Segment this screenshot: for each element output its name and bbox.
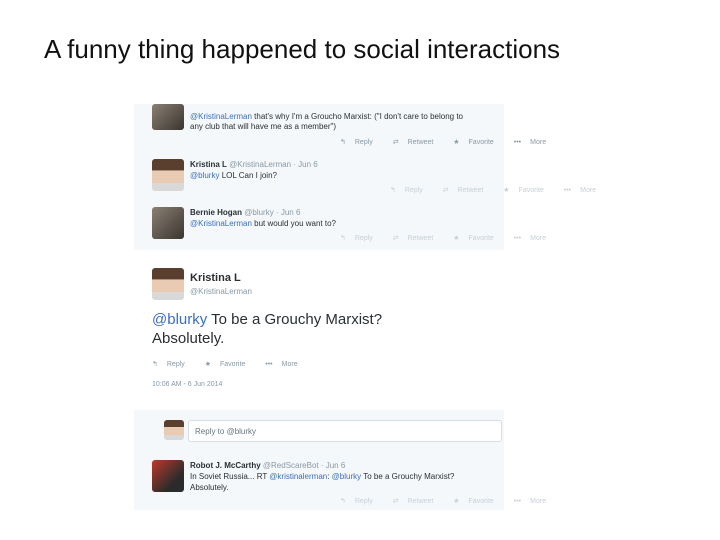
more-action[interactable]: ••• More bbox=[265, 361, 306, 368]
reply-action[interactable]: ↰ Reply bbox=[390, 187, 432, 194]
tweet-header: Kristina L @KristinaLerman · Jun 6 bbox=[190, 160, 318, 170]
star-icon: ★ bbox=[204, 361, 212, 368]
favorite-action[interactable]: ★ Favorite bbox=[453, 139, 503, 146]
tweet-actions: ↰ Reply ⇄ Retweet ★ Favorite ••• More bbox=[390, 186, 614, 194]
reply-placeholder: Reply to @blurky bbox=[195, 427, 257, 436]
more-icon: ••• bbox=[265, 361, 273, 368]
avatar[interactable] bbox=[152, 159, 184, 191]
star-icon: ★ bbox=[503, 187, 510, 194]
tweet-text: @KristinaLerman that's why I'm a Groucho… bbox=[190, 112, 463, 121]
reply-icon: ↰ bbox=[340, 498, 346, 505]
retweet-icon: ⇄ bbox=[442, 187, 449, 194]
display-name[interactable]: Bernie Hogan bbox=[190, 208, 242, 217]
reply-icon: ↰ bbox=[340, 139, 346, 146]
mention-link[interactable]: @blurky bbox=[152, 311, 207, 328]
mention-link[interactable]: @blurky bbox=[190, 171, 219, 180]
retweet-action[interactable]: ⇄ Retweet bbox=[393, 235, 443, 242]
star-icon: ★ bbox=[453, 139, 460, 146]
mention-link[interactable]: @kristinalerman bbox=[269, 472, 327, 481]
favorite-action[interactable]: ★ Favorite bbox=[453, 498, 503, 505]
reply-icon: ↰ bbox=[390, 187, 396, 194]
reply-input[interactable]: Reply to @blurky bbox=[188, 420, 502, 442]
retweet-icon: ⇄ bbox=[392, 498, 399, 505]
retweet-icon: ⇄ bbox=[392, 235, 399, 242]
tweet-actions: ↰ Reply ⇄ Retweet ★ Favorite ••• More bbox=[340, 234, 564, 242]
more-icon: ••• bbox=[513, 235, 522, 242]
retweet-icon: ⇄ bbox=[392, 139, 399, 146]
more-icon: ••• bbox=[563, 187, 572, 194]
more-icon: ••• bbox=[513, 139, 522, 146]
tweet-header: Robot J. McCarthy @RedScareBot · Jun 6 bbox=[190, 461, 345, 471]
more-action[interactable]: ••• More bbox=[514, 235, 555, 242]
main-tweet: Kristina L @KristinaLerman @blurky To be… bbox=[134, 256, 504, 406]
avatar[interactable] bbox=[152, 104, 184, 130]
tweet-text: @KristinaLerman but would you want to? bbox=[190, 219, 336, 228]
twitter-conversation-screenshot: @KristinaLerman that's why I'm a Groucho… bbox=[134, 104, 596, 510]
display-name[interactable]: Kristina L bbox=[190, 272, 241, 284]
reply-action[interactable]: ↰ Reply bbox=[340, 139, 382, 146]
avatar[interactable] bbox=[152, 207, 184, 239]
user-handle[interactable]: @KristinaLerman bbox=[190, 287, 252, 296]
tweet-text: @blurky To be a Grouchy Marxist? bbox=[152, 311, 383, 328]
handle-time: @RedScareBot · Jun 6 bbox=[262, 461, 346, 470]
avatar[interactable] bbox=[152, 268, 184, 300]
tweet-text: @blurky LOL Can I join? bbox=[190, 171, 277, 180]
more-action[interactable]: ••• More bbox=[514, 139, 555, 146]
retweet-action[interactable]: ⇄ Retweet bbox=[393, 498, 443, 505]
handle-time: @blurky · Jun 6 bbox=[244, 208, 301, 217]
reply-action[interactable]: ↰ Reply bbox=[340, 235, 382, 242]
more-icon: ••• bbox=[513, 498, 522, 505]
tweet-text-line: any club that will have me as a member") bbox=[190, 122, 337, 131]
mention-link[interactable]: @KristinaLerman bbox=[190, 112, 252, 121]
retweet-action[interactable]: ⇄ Retweet bbox=[443, 187, 493, 194]
handle-time: @KristinaLerman · Jun 6 bbox=[229, 160, 318, 169]
favorite-action[interactable]: ★ Favorite bbox=[205, 361, 255, 368]
avatar bbox=[164, 420, 184, 440]
favorite-action[interactable]: ★ Favorite bbox=[453, 235, 503, 242]
avatar[interactable] bbox=[152, 460, 184, 492]
tweet-actions: ↰ Reply ★ Favorite ••• More bbox=[152, 360, 316, 368]
tweet-text: In Soviet Russia... RT @kristinalerman: … bbox=[190, 472, 455, 481]
star-icon: ★ bbox=[453, 498, 460, 505]
conversation-panel: @KristinaLerman that's why I'm a Groucho… bbox=[134, 104, 596, 250]
mention-link[interactable]: @KristinaLerman bbox=[190, 219, 252, 228]
favorite-action[interactable]: ★ Favorite bbox=[503, 187, 553, 194]
reply-action[interactable]: ↰ Reply bbox=[340, 498, 382, 505]
tweet-actions: ↰ Reply ⇄ Retweet ★ Favorite ••• More bbox=[340, 138, 564, 146]
star-icon: ★ bbox=[453, 235, 460, 242]
tweet-text-line: Absolutely. bbox=[152, 330, 225, 347]
tweet-timestamp[interactable]: 10:06 AM - 6 Jun 2014 bbox=[152, 380, 222, 390]
slide-title: A funny thing happened to social interac… bbox=[44, 34, 561, 64]
tweet-actions: ↰ Reply ⇄ Retweet ★ Favorite ••• More bbox=[340, 497, 564, 505]
display-name[interactable]: Robot J. McCarthy bbox=[190, 461, 261, 470]
display-name[interactable]: Kristina L bbox=[190, 160, 227, 169]
more-action[interactable]: ••• More bbox=[514, 498, 555, 505]
tweet-header: Bernie Hogan @blurky · Jun 6 bbox=[190, 208, 300, 218]
reply-action[interactable]: ↰ Reply bbox=[152, 361, 194, 368]
retweet-action[interactable]: ⇄ Retweet bbox=[393, 139, 443, 146]
mention-link[interactable]: @blurky bbox=[332, 472, 361, 481]
reply-icon: ↰ bbox=[152, 361, 158, 368]
reply-icon: ↰ bbox=[340, 235, 346, 242]
more-action[interactable]: ••• More bbox=[564, 187, 605, 194]
tweet-text-line: Absolutely. bbox=[190, 483, 229, 492]
